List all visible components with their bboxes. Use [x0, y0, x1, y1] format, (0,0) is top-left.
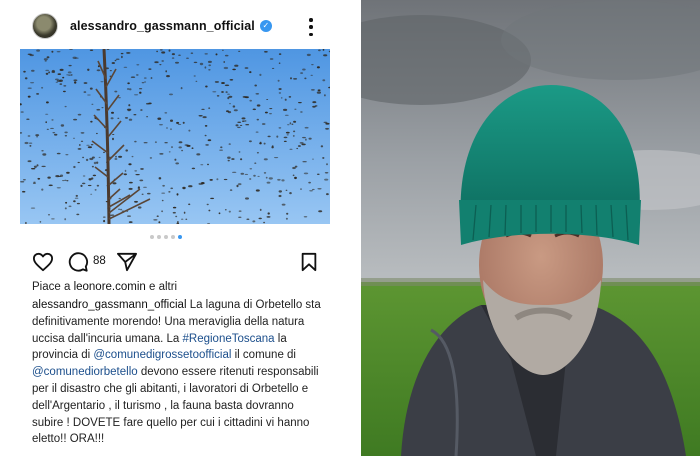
portrait-image [361, 0, 700, 456]
bookmark-icon[interactable] [300, 251, 318, 273]
likes-line: Piace a leonore.comin e altri [32, 281, 177, 293]
post-image[interactable] [20, 49, 330, 224]
avatar[interactable] [32, 13, 58, 39]
caption-mention[interactable]: @comunedigrossetoofficial [93, 349, 231, 361]
carousel-dot [150, 235, 154, 239]
likes-suffix[interactable]: e altri [146, 281, 177, 293]
comment-icon[interactable] [67, 251, 89, 273]
carousel-dot [157, 235, 161, 239]
carousel-dot [164, 235, 168, 239]
post-username[interactable]: alessandro_gassmann_official [70, 19, 255, 33]
caption-username[interactable]: alessandro_gassmann_official [32, 299, 187, 311]
share-icon[interactable] [116, 251, 138, 273]
carousel-dot [171, 235, 175, 239]
heart-icon[interactable] [32, 251, 54, 273]
more-icon[interactable] [308, 18, 314, 36]
caption-mention[interactable]: @comunediorbetello [32, 366, 138, 378]
post-actions: 88 [32, 251, 318, 273]
post-caption: alessandro_gassmann_official La laguna d… [32, 297, 324, 448]
instagram-post: alessandro_gassmann_official ✓ 88 Piace … [0, 0, 352, 456]
insect-swarm-photo [20, 49, 330, 224]
verified-icon: ✓ [259, 20, 272, 32]
comment-count[interactable]: 88 [93, 255, 106, 267]
post-header: alessandro_gassmann_official ✓ [32, 12, 332, 40]
caption-hashtag[interactable]: #RegioneToscana [183, 333, 275, 345]
selfie-photo [361, 0, 700, 456]
likes-user[interactable]: leonore.comin [74, 281, 146, 293]
carousel-dot-active [178, 235, 182, 239]
carousel-indicator [150, 235, 182, 239]
caption-text: il comune di [231, 349, 296, 362]
likes-prefix: Piace a [32, 281, 74, 293]
